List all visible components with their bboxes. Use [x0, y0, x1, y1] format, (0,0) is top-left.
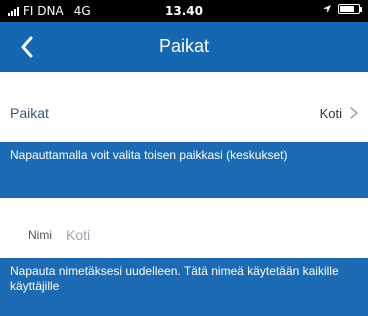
status-time: 13.40: [165, 4, 203, 18]
name-row: Nimi: [0, 222, 368, 248]
status-right: [322, 4, 362, 14]
location-arrow-icon: [323, 5, 331, 13]
battery-fill: [340, 6, 354, 12]
places-info-banner: Napauttamalla voit valita toisen paikkas…: [0, 142, 368, 198]
status-bar: FI DNA 4G 13.40: [0, 0, 368, 22]
places-value: Koti: [319, 105, 342, 121]
chevron-right-icon: [350, 107, 358, 119]
name-label: Nimi: [28, 228, 52, 242]
places-row[interactable]: Paikat Koti: [0, 98, 368, 128]
name-input[interactable]: [66, 224, 346, 246]
page-title: Paikat: [158, 36, 210, 56]
screen: FI DNA 4G 13.40 Paikat Paikat Koti Napau…: [0, 0, 368, 316]
battery-icon: [338, 4, 362, 14]
places-label: Paikat: [10, 105, 49, 121]
header-bar: Paikat: [0, 22, 368, 72]
name-info-banner: Napauta nimetäksesi uudelleen. Tätä nime…: [0, 258, 368, 316]
